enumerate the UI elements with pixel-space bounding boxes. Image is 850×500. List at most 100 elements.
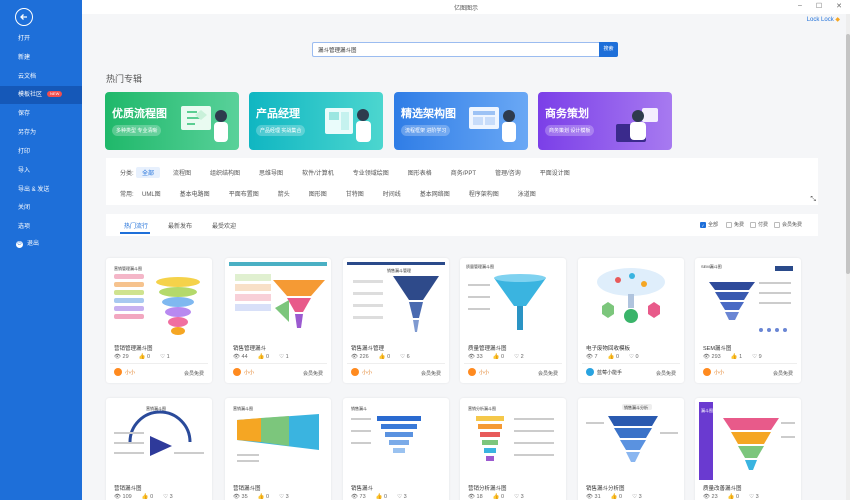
common-chip[interactable]: 甘特图 bbox=[340, 188, 370, 199]
sidebar-item-new[interactable]: 新建 bbox=[0, 49, 82, 67]
user-account[interactable]: Lock Lock ◆ bbox=[807, 16, 840, 23]
expand-icon[interactable]: ⤡ bbox=[810, 196, 816, 204]
sidebar-item-print[interactable]: 打印 bbox=[0, 143, 82, 161]
svg-text:营销漏斗图: 营销漏斗图 bbox=[146, 405, 166, 411]
views-value: 44 bbox=[241, 354, 248, 360]
sidebar-item-template-community[interactable]: 模板社区 NEW bbox=[0, 86, 82, 104]
card-divider bbox=[699, 363, 797, 364]
template-card[interactable]: 营销漏斗图 营销漏斗图 👁 109 👍 0 ♡ 3 bbox=[106, 398, 212, 500]
views-count: 👁 293 bbox=[703, 354, 721, 360]
favs-count: ♡ 0 bbox=[629, 354, 639, 360]
favs-value: 0 bbox=[635, 354, 639, 360]
sidebar-item-options[interactable]: 选项 bbox=[0, 218, 82, 236]
banner-architecture[interactable]: 精选架构图 流程框架 进阶学习 bbox=[394, 92, 528, 150]
template-card[interactable]: 漏斗图 质量改善漏斗图 👁 23 👍 0 ♡ 3 bbox=[695, 398, 801, 500]
price-label: 会员免费 bbox=[183, 371, 204, 377]
sidebar-item-import[interactable]: 导入 bbox=[0, 162, 82, 180]
template-card[interactable]: 营销管理漏斗图 营销管理漏斗图 👁 29 👍 0 ♡ 1 小小 会员免费 bbox=[106, 258, 212, 383]
favs-value: 3 bbox=[755, 494, 759, 500]
filter-paid-checkbox[interactable]: 付费 bbox=[750, 221, 768, 228]
sidebar-item-label: 退出 bbox=[27, 241, 40, 247]
sidebar-item-export[interactable]: 导出 & 发送 bbox=[0, 181, 82, 199]
template-card[interactable]: SEM漏斗图 SEM漏斗图 👁 293 👍 1 ♡ 9 小小 会员免费 bbox=[695, 258, 801, 383]
filter-member-free-checkbox[interactable]: 会员免费 bbox=[774, 221, 802, 228]
common-chip[interactable]: 箭头 bbox=[272, 188, 296, 199]
banner-subtitle: 商务策划 设计模板 bbox=[545, 125, 595, 136]
likes-count: 👍 0 bbox=[378, 354, 391, 360]
category-chip[interactable]: 流程图 bbox=[167, 167, 197, 178]
category-chip[interactable]: 管理/咨询 bbox=[489, 167, 527, 178]
author[interactable]: 蓝莓小能手 bbox=[586, 368, 622, 376]
template-thumbnail: 销售漏斗分析 bbox=[582, 402, 680, 480]
category-chip[interactable]: 全部 bbox=[136, 166, 161, 178]
template-card[interactable]: 营销分析漏斗图 营销分析漏斗图 👁 18 👍 0 ♡ 3 bbox=[460, 398, 566, 500]
author[interactable]: 小小 bbox=[351, 368, 372, 376]
close-icon[interactable]: ✕ bbox=[836, 2, 842, 10]
banner-product-manager[interactable]: 产品经理 产品经理 实战集合 bbox=[249, 92, 383, 150]
category-chip[interactable]: 软件/计算机 bbox=[296, 167, 340, 178]
sidebar-item-save[interactable]: 保存 bbox=[0, 105, 82, 123]
avatar bbox=[114, 368, 122, 376]
common-chip[interactable]: 基本网络图 bbox=[414, 188, 456, 199]
template-card[interactable]: 销售漏斗 销售漏斗 👁 73 👍 0 ♡ 3 bbox=[343, 398, 449, 500]
common-chip[interactable]: 平面布置图 bbox=[223, 188, 265, 199]
minimize-icon[interactable]: – bbox=[798, 2, 802, 10]
author[interactable]: 小小 bbox=[114, 368, 135, 376]
tab-newest[interactable]: 最新发布 bbox=[168, 221, 192, 230]
common-chip[interactable]: 基本电路图 bbox=[174, 188, 216, 199]
sidebar-item-open[interactable]: 打开 bbox=[0, 30, 82, 48]
likes-count: 👍 0 bbox=[257, 354, 270, 360]
price-label: 会员免费 bbox=[537, 371, 558, 377]
category-chip[interactable]: 商务/PPT bbox=[445, 167, 482, 178]
category-chip[interactable]: 组织结构图 bbox=[204, 167, 246, 178]
category-chip[interactable]: 思维导图 bbox=[253, 167, 289, 178]
views-value: 293 bbox=[711, 354, 721, 360]
banner-subtitle: 产品经理 实战集合 bbox=[256, 125, 306, 136]
author[interactable]: 小小 bbox=[703, 368, 724, 376]
likes-count: 👍 0 bbox=[257, 494, 270, 500]
checkbox-icon bbox=[726, 221, 732, 228]
author[interactable]: 小小 bbox=[468, 368, 489, 376]
scrollbar-thumb[interactable] bbox=[846, 34, 850, 274]
common-chip[interactable]: UML图 bbox=[136, 188, 167, 199]
author[interactable]: 小小 bbox=[233, 368, 254, 376]
template-card[interactable]: 营销漏斗图 营销漏斗图 👁 35 👍 0 ♡ 3 bbox=[225, 398, 331, 500]
likes-value: 0 bbox=[501, 354, 505, 360]
common-chip[interactable]: 程序架构图 bbox=[463, 188, 505, 199]
sidebar-item-close[interactable]: 关闭 bbox=[0, 199, 82, 217]
views-count: 👁 7 bbox=[586, 354, 598, 360]
favs-count: ♡ 3 bbox=[163, 494, 173, 500]
maximize-icon[interactable]: ☐ bbox=[816, 2, 822, 10]
svg-text:营销管理漏斗图: 营销管理漏斗图 bbox=[114, 265, 142, 271]
sidebar-item-cloud[interactable]: 云文档 bbox=[0, 68, 82, 86]
template-card[interactable]: 销售管理漏斗 👁 44 👍 0 ♡ 1 小小 会员免费 bbox=[225, 258, 331, 383]
template-card[interactable]: 质量管理漏斗图 质量管理漏斗图 👁 33 👍 0 ♡ 2 小小 会员免费 bbox=[460, 258, 566, 383]
back-arrow-icon[interactable] bbox=[15, 8, 33, 26]
common-chip[interactable]: 图形图 bbox=[303, 188, 333, 199]
banner-flowchart[interactable]: 优质流程图 多种类型 专业清晰 bbox=[105, 92, 239, 150]
tab-underline bbox=[120, 232, 150, 234]
tab-popular[interactable]: 最受欢迎 bbox=[212, 221, 236, 230]
sidebar-item-save-as[interactable]: 另存为 bbox=[0, 124, 82, 142]
search-button[interactable]: 搜索 bbox=[599, 42, 618, 57]
template-card[interactable]: 销售漏斗管理 销售漏斗管理 👁 226 👍 0 ♡ 6 小小 会员免费 bbox=[343, 258, 449, 383]
template-card[interactable]: 销售漏斗分析 销售漏斗分析图 👁 31 👍 0 ♡ 3 bbox=[578, 398, 684, 500]
template-stats: 👁 226 👍 0 ♡ 6 bbox=[351, 354, 410, 360]
favs-count: ♡ 3 bbox=[397, 494, 407, 500]
category-chip[interactable]: 专业领域绘图 bbox=[347, 167, 395, 178]
common-chip[interactable]: 时间线 bbox=[377, 188, 407, 199]
template-card[interactable]: 电子废物回收模板 👁 7 👍 0 ♡ 0 蓝莓小能手 会员免费 bbox=[578, 258, 684, 383]
tab-hot[interactable]: 热门流行 bbox=[124, 221, 148, 230]
category-chip[interactable]: 图形表格 bbox=[402, 167, 438, 178]
filter-free-checkbox[interactable]: 免费 bbox=[726, 221, 744, 228]
category-chip[interactable]: 平面设计图 bbox=[534, 167, 576, 178]
scrollbar[interactable] bbox=[846, 14, 850, 500]
likes-count: 👍 0 bbox=[138, 354, 151, 360]
common-label: 常用: bbox=[120, 191, 134, 198]
template-title: 电子废物回收模板 bbox=[586, 346, 631, 352]
common-chip[interactable]: 泳道图 bbox=[512, 188, 542, 199]
filter-all-checkbox[interactable]: ✓ 全部 bbox=[700, 221, 718, 228]
search-input[interactable] bbox=[312, 42, 599, 57]
sidebar-item-exit[interactable]: ⏻ 退出 bbox=[0, 235, 82, 253]
banner-business[interactable]: 商务策划 商务策划 设计模板 bbox=[538, 92, 672, 150]
